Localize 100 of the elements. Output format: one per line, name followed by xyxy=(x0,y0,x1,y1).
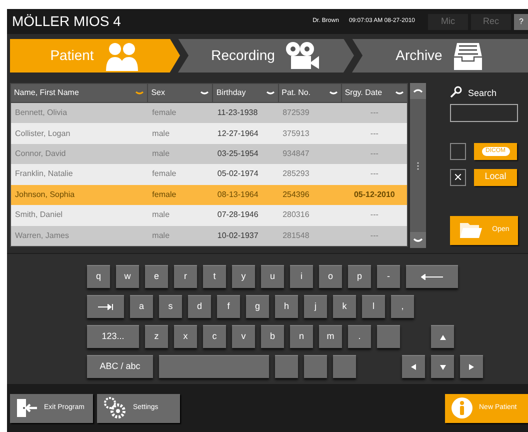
up-key[interactable] xyxy=(431,325,454,348)
keyboard-key[interactable]: d xyxy=(188,295,211,318)
keyboard-key[interactable]: n xyxy=(290,325,313,348)
right-key[interactable] xyxy=(460,355,483,378)
keyboard-key[interactable]: x xyxy=(174,325,197,348)
people-icon xyxy=(104,40,140,70)
table-cell-text: male xyxy=(151,209,171,222)
camera-icon xyxy=(284,40,321,70)
scroll-grip-icon xyxy=(417,162,419,170)
table-cell-text: --- xyxy=(369,107,380,120)
keyboard-key[interactable]: - xyxy=(377,265,400,288)
table-cell-text: female xyxy=(151,188,178,201)
column-header[interactable]: Sex xyxy=(148,84,212,102)
left-key[interactable] xyxy=(402,355,425,378)
keyboard-key[interactable]: f xyxy=(217,295,240,318)
table-cell-text: male xyxy=(151,230,171,242)
checkbox[interactable] xyxy=(450,168,466,186)
keyboard-key[interactable]: t xyxy=(203,265,226,288)
keyboard-key[interactable]: k xyxy=(333,295,356,318)
table-cell-text: 375913 xyxy=(282,128,310,140)
table-cell-text: Warren, James xyxy=(14,230,70,242)
keyboard-key[interactable]: l xyxy=(362,295,385,318)
keyboard-key[interactable]: i xyxy=(290,265,313,288)
down-key[interactable] xyxy=(431,355,454,378)
keyboard-key[interactable]: q xyxy=(87,265,110,288)
table-row[interactable]: Warren, James male 10-02-1937 281548 --- xyxy=(11,226,407,246)
table-cell-text: 11-23-1938 xyxy=(216,107,259,120)
keyboard-key[interactable]: e xyxy=(145,265,168,288)
keyboard-key[interactable]: r xyxy=(174,265,197,288)
header-button[interactable]: ? xyxy=(514,14,528,30)
table-cell-text: female xyxy=(151,168,178,180)
column-header[interactable]: Srgy. Date xyxy=(342,84,408,102)
column-header[interactable]: Birthday xyxy=(213,84,278,102)
up-arrow-icon xyxy=(440,334,446,340)
table-cell-text: 872539 xyxy=(282,107,310,120)
table-cell-text: --- xyxy=(369,230,380,242)
table-cell-text: 10-02-1937 xyxy=(216,230,260,242)
table-cell-text: --- xyxy=(369,148,380,160)
keyboard-key[interactable]: c xyxy=(203,325,226,348)
table-row[interactable]: Smith, Daniel male 07-28-1946 280316 --- xyxy=(11,205,407,226)
folder-icon xyxy=(458,222,483,238)
table-cell-text: 07-28-1946 xyxy=(216,209,260,222)
app-title: MÖLLER MIOS 4 xyxy=(12,12,121,31)
keyboard-key[interactable]: m xyxy=(319,325,342,348)
table-cell-text: 934847 xyxy=(282,148,310,160)
right-arrow-icon xyxy=(469,364,474,370)
keyboard-key[interactable]: u xyxy=(261,265,284,288)
table-cell-text: 05-12-2010 xyxy=(352,188,396,201)
tab[interactable]: Recording xyxy=(178,38,354,72)
table-row[interactable]: Connor, David male 03-25-1954 934847 --- xyxy=(11,144,407,164)
table-cell-text: 05-02-1974 xyxy=(216,168,260,180)
table-cell-text: Johnson, Sophia xyxy=(14,188,76,201)
keyboard-key[interactable]: v xyxy=(232,325,255,348)
keyboard-key[interactable]: ABC / abc xyxy=(87,355,153,378)
search-label: Search xyxy=(468,87,497,100)
keyboard-key[interactable]: w xyxy=(116,265,139,288)
keyboard-key[interactable]: , xyxy=(391,295,414,318)
table-cell-text: 254396 xyxy=(282,188,310,201)
keyboard-key[interactable]: s xyxy=(159,295,182,318)
checkbox[interactable] xyxy=(450,142,466,160)
table-cell-text: 08-13-1964 xyxy=(216,188,260,201)
keyboard-key[interactable]: h xyxy=(275,295,298,318)
table-row[interactable]: Bennett, Olivia female 11-23-1938 872539 --- xyxy=(11,103,407,124)
table-cell-text: 280316 xyxy=(282,209,310,222)
column-header[interactable]: Name, First Name xyxy=(11,84,148,102)
tab-key[interactable] xyxy=(87,295,124,318)
table-cell-text: male xyxy=(151,148,171,160)
keyboard-key[interactable]: g xyxy=(246,295,269,318)
down-arrow-icon xyxy=(440,364,446,370)
keyboard-key[interactable]: p xyxy=(348,265,371,288)
keyboard-key[interactable]: a xyxy=(130,295,153,318)
table-row[interactable]: Franklin, Natalie female 05-02-1974 285293 --- xyxy=(11,164,407,185)
keyboard-key[interactable]: . xyxy=(348,325,371,348)
column-header[interactable]: Pat. No. xyxy=(278,84,341,102)
scroll-down-icon xyxy=(410,232,426,248)
tab[interactable]: Archive xyxy=(352,38,528,72)
left-arrow-icon xyxy=(411,364,416,370)
table-cell-text: 12-27-1964 xyxy=(216,128,260,140)
table-row[interactable]: Johnson, Sophia female 08-13-1964 254396 05-12-2010 xyxy=(11,184,407,206)
keyboard-key[interactable]: o xyxy=(319,265,342,288)
keyboard-key[interactable]: 123... xyxy=(87,325,139,348)
gears-icon xyxy=(103,397,127,419)
keyboard-key[interactable]: z xyxy=(145,325,168,348)
exit-door-icon xyxy=(16,398,38,418)
table-cell-text: Collister, Logan xyxy=(14,128,72,140)
keyboard-key[interactable]: y xyxy=(232,265,255,288)
scrollbar[interactable] xyxy=(410,83,426,248)
backspace-arrow-icon xyxy=(421,274,443,280)
backspace-key[interactable] xyxy=(406,265,458,288)
table-row[interactable]: Collister, Logan male 12-27-1964 375913 --- xyxy=(11,123,407,144)
table-cell-text: --- xyxy=(369,168,380,180)
table-cell-text: 281548 xyxy=(282,230,310,242)
table-cell-text: --- xyxy=(369,128,380,140)
search-field[interactable] xyxy=(450,104,518,122)
keyboard-key[interactable]: b xyxy=(261,325,284,348)
archive-tray-icon xyxy=(452,40,484,70)
keyboard-key[interactable]: j xyxy=(304,295,327,318)
search-icon xyxy=(450,86,462,98)
table-cell-text: Connor, David xyxy=(14,148,67,160)
cross-icon xyxy=(455,174,461,180)
